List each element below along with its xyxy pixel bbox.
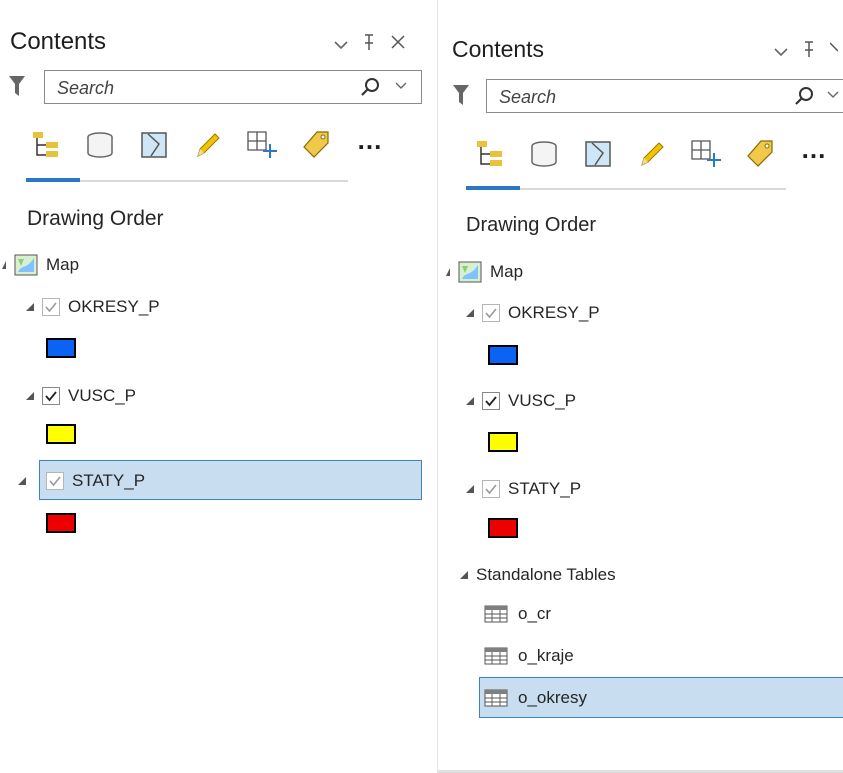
- section-drawing-order: Drawing Order: [27, 207, 164, 230]
- layer-row-vusc[interactable]: VUSC_P: [466, 391, 576, 411]
- contents-pane-left: Contents Search ... Drawing Order Map OK…: [0, 0, 432, 773]
- collapse-icon[interactable]: [466, 397, 474, 405]
- section-drawing-order: Drawing Order: [466, 214, 597, 236]
- table-label: o_kraje: [518, 646, 574, 665]
- layer-label: VUSC_P: [508, 391, 577, 410]
- chevron-down-icon[interactable]: [395, 81, 407, 91]
- table-icon: [484, 605, 508, 623]
- more-options-button[interactable]: ...: [352, 122, 388, 158]
- standalone-tables-row[interactable]: Standalone Tables: [460, 565, 616, 585]
- layer-visibility-checkbox[interactable]: [482, 304, 500, 322]
- list-by-drawing-order-icon[interactable]: [472, 136, 508, 172]
- layer-label: STATY_P: [72, 471, 146, 490]
- layer-row-okresy[interactable]: OKRESY_P: [26, 297, 160, 317]
- search-icon[interactable]: [793, 85, 815, 107]
- table-label: o_okresy: [518, 688, 587, 707]
- search-box[interactable]: [44, 70, 422, 104]
- collapse-icon[interactable]: [2, 261, 6, 269]
- layer-visibility-checkbox[interactable]: [42, 387, 60, 405]
- collapse-icon[interactable]: [446, 268, 450, 276]
- pane-title: Contents: [452, 36, 545, 62]
- layer-label: OKRESY_P: [508, 303, 600, 322]
- list-by-snapping-icon[interactable]: [688, 136, 724, 172]
- dropdown-icon[interactable]: [334, 35, 348, 53]
- map-row[interactable]: Map: [2, 254, 79, 276]
- layer-visibility-checkbox[interactable]: [482, 480, 500, 498]
- list-by-editing-icon[interactable]: [634, 136, 670, 172]
- collapse-icon[interactable]: [466, 485, 474, 493]
- filter-icon[interactable]: [452, 84, 470, 106]
- window-controls: [334, 33, 406, 54]
- more-options-button[interactable]: ...: [796, 131, 832, 167]
- layer-row-staty[interactable]: STATY_P: [466, 479, 581, 499]
- search-input[interactable]: [55, 76, 299, 100]
- table-row-o-cr[interactable]: o_cr: [484, 604, 551, 624]
- search-box[interactable]: [486, 79, 843, 113]
- list-by-labeling-icon[interactable]: [298, 127, 334, 163]
- close-icon[interactable]: [829, 41, 839, 60]
- active-tab-indicator: [466, 186, 520, 190]
- collapse-icon[interactable]: [26, 303, 34, 311]
- table-icon: [484, 647, 508, 665]
- symbol-swatch-red[interactable]: [46, 513, 76, 533]
- symbol-swatch-blue[interactable]: [488, 345, 518, 365]
- symbol-swatch-yellow[interactable]: [488, 432, 518, 452]
- collapse-icon[interactable]: [460, 571, 468, 579]
- layer-label: OKRESY_P: [68, 297, 160, 316]
- map-row[interactable]: Map: [446, 261, 523, 283]
- pane-title: Contents: [10, 28, 107, 55]
- table-label: o_cr: [518, 604, 552, 623]
- list-by-drawing-order-icon[interactable]: [28, 127, 64, 163]
- pin-icon[interactable]: [362, 33, 376, 54]
- chevron-down-icon[interactable]: [827, 90, 839, 100]
- layer-row-staty[interactable]: STATY_P: [18, 471, 145, 491]
- list-by-snapping-icon[interactable]: [244, 127, 280, 163]
- layer-visibility-checkbox[interactable]: [482, 392, 500, 410]
- active-tab-indicator: [26, 178, 80, 182]
- symbol-swatch-yellow[interactable]: [46, 424, 76, 444]
- pin-icon[interactable]: [802, 40, 816, 61]
- map-label: Map: [490, 262, 524, 281]
- collapse-icon[interactable]: [466, 309, 474, 317]
- layer-row-okresy[interactable]: OKRESY_P: [466, 303, 600, 323]
- contents-toolbar: ...: [472, 136, 843, 172]
- close-icon[interactable]: [390, 34, 406, 53]
- layer-visibility-checkbox[interactable]: [42, 298, 60, 316]
- layer-label: STATY_P: [508, 479, 582, 498]
- layer-label: VUSC_P: [68, 386, 137, 405]
- contents-pane-right: Contents Search ... Drawing Order Map OK…: [437, 0, 843, 773]
- symbol-swatch-blue[interactable]: [46, 338, 76, 358]
- layer-row-vusc[interactable]: VUSC_P: [26, 386, 136, 406]
- layer-visibility-checkbox[interactable]: [46, 472, 64, 490]
- search-input[interactable]: [497, 85, 741, 109]
- dropdown-icon[interactable]: [774, 42, 788, 60]
- list-by-data-source-icon[interactable]: [82, 127, 118, 163]
- list-by-data-source-icon[interactable]: [526, 136, 562, 172]
- symbol-swatch-red[interactable]: [488, 518, 518, 538]
- window-controls: [774, 40, 839, 61]
- contents-toolbar: ...: [28, 127, 406, 163]
- list-by-labeling-icon[interactable]: [742, 136, 778, 172]
- map-label: Map: [46, 255, 80, 274]
- collapse-icon[interactable]: [26, 392, 34, 400]
- map-icon: [14, 254, 38, 276]
- table-row-o-kraje[interactable]: o_kraje: [484, 646, 574, 666]
- collapse-icon[interactable]: [18, 477, 26, 485]
- list-by-selection-icon[interactable]: [136, 127, 172, 163]
- search-icon[interactable]: [359, 76, 381, 98]
- map-icon: [458, 261, 482, 283]
- standalone-tables-label: Standalone Tables: [476, 565, 616, 584]
- table-icon: [484, 689, 508, 707]
- table-row-o-okresy[interactable]: o_okresy: [484, 688, 587, 708]
- screenshot-root: Contents Search ... Drawing Order Map OK…: [0, 0, 843, 773]
- list-by-selection-icon[interactable]: [580, 136, 616, 172]
- filter-icon[interactable]: [8, 75, 26, 97]
- list-by-editing-icon[interactable]: [190, 127, 226, 163]
